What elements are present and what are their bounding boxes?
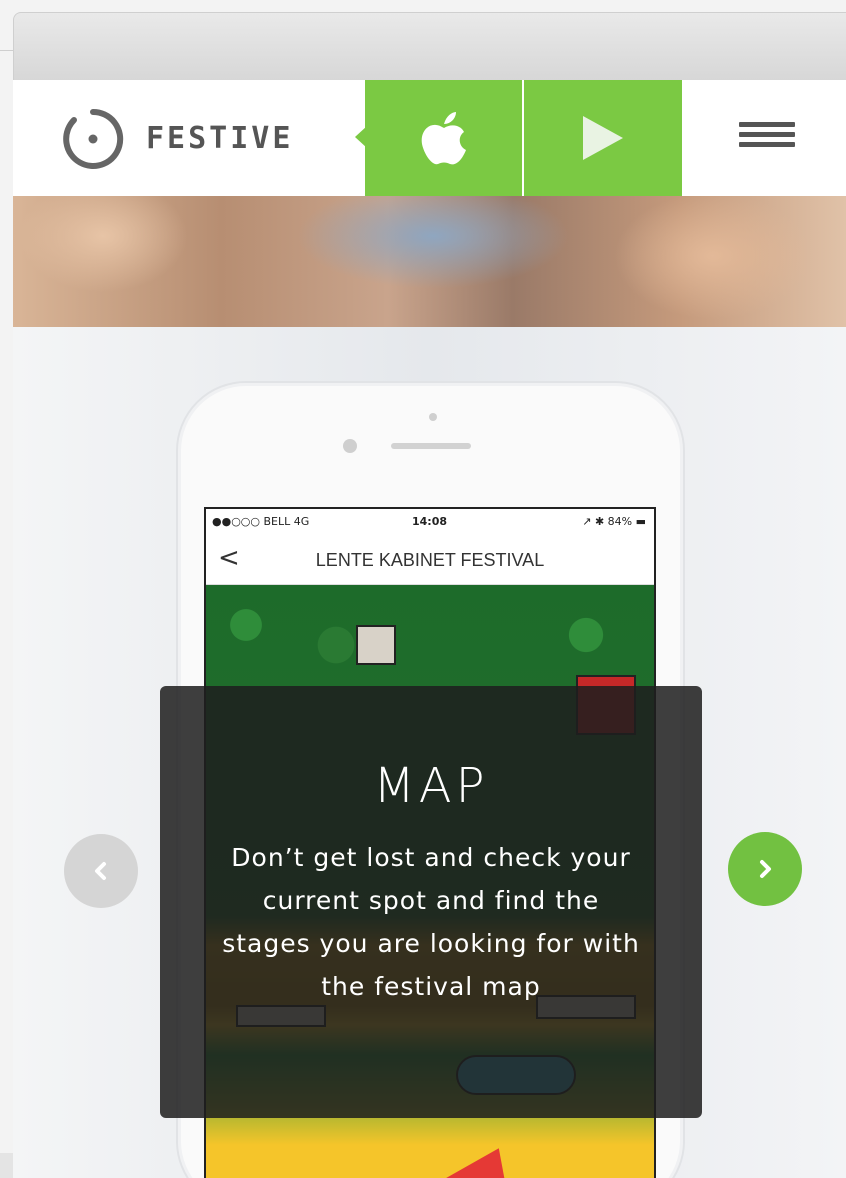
carousel-next-button[interactable] bbox=[728, 832, 802, 906]
phone-sensor bbox=[429, 413, 437, 421]
hamburger-menu-button[interactable] bbox=[739, 122, 795, 154]
app-navbar: < LENTE KABINET FESTIVAL bbox=[206, 535, 654, 585]
brand-name[interactable]: FESTIVE bbox=[146, 121, 293, 156]
play-triangle-icon bbox=[583, 116, 623, 160]
menu-line bbox=[739, 132, 795, 137]
app-store-button[interactable] bbox=[365, 80, 522, 196]
site-header: FESTIVE bbox=[13, 80, 846, 196]
slide-caption-card: MAP Don’t get lost and check your curren… bbox=[160, 686, 702, 1118]
google-play-button[interactable] bbox=[524, 80, 682, 196]
map-arrow bbox=[423, 1127, 545, 1178]
carrier-label: ●●○○○ BELL 4G bbox=[212, 515, 310, 528]
battery-indicators: ↗ ✱ 84% ▬ bbox=[582, 515, 646, 528]
map-building bbox=[356, 625, 396, 665]
app-nav-title: LENTE KABINET FESTIVAL bbox=[315, 550, 545, 570]
feature-showcase: ●●○○○ BELL 4G 14:08 ↗ ✱ 84% ▬ < LENTE KA… bbox=[13, 327, 846, 1178]
carousel-prev-button[interactable] bbox=[64, 834, 138, 908]
festive-logo-icon[interactable] bbox=[60, 106, 126, 172]
slide-title: MAP bbox=[373, 758, 489, 814]
clock-label: 14:08 bbox=[412, 515, 448, 528]
browser-chrome bbox=[13, 12, 846, 80]
menu-line bbox=[739, 142, 795, 147]
phone-status-bar: ●●○○○ BELL 4G 14:08 ↗ ✱ 84% ▬ bbox=[206, 509, 654, 535]
menu-line bbox=[739, 122, 795, 127]
hero-photo bbox=[13, 196, 846, 327]
chevron-left-icon bbox=[95, 862, 106, 880]
chevron-right-icon bbox=[760, 860, 771, 878]
browser-frame: FESTIVE ●●○○○ BELL 4G 14:08 ↗ ✱ 84% ▬ < … bbox=[0, 0, 846, 1178]
page-viewport: FESTIVE ●●○○○ BELL 4G 14:08 ↗ ✱ 84% ▬ < … bbox=[13, 80, 846, 1178]
slide-description: Don’t get lost and check your current sp… bbox=[222, 843, 640, 1001]
apple-logo-icon bbox=[421, 112, 466, 165]
frame-corner bbox=[0, 1153, 13, 1178]
phone-speaker bbox=[391, 443, 471, 449]
phone-camera bbox=[343, 439, 357, 453]
frame-divider bbox=[0, 50, 13, 51]
